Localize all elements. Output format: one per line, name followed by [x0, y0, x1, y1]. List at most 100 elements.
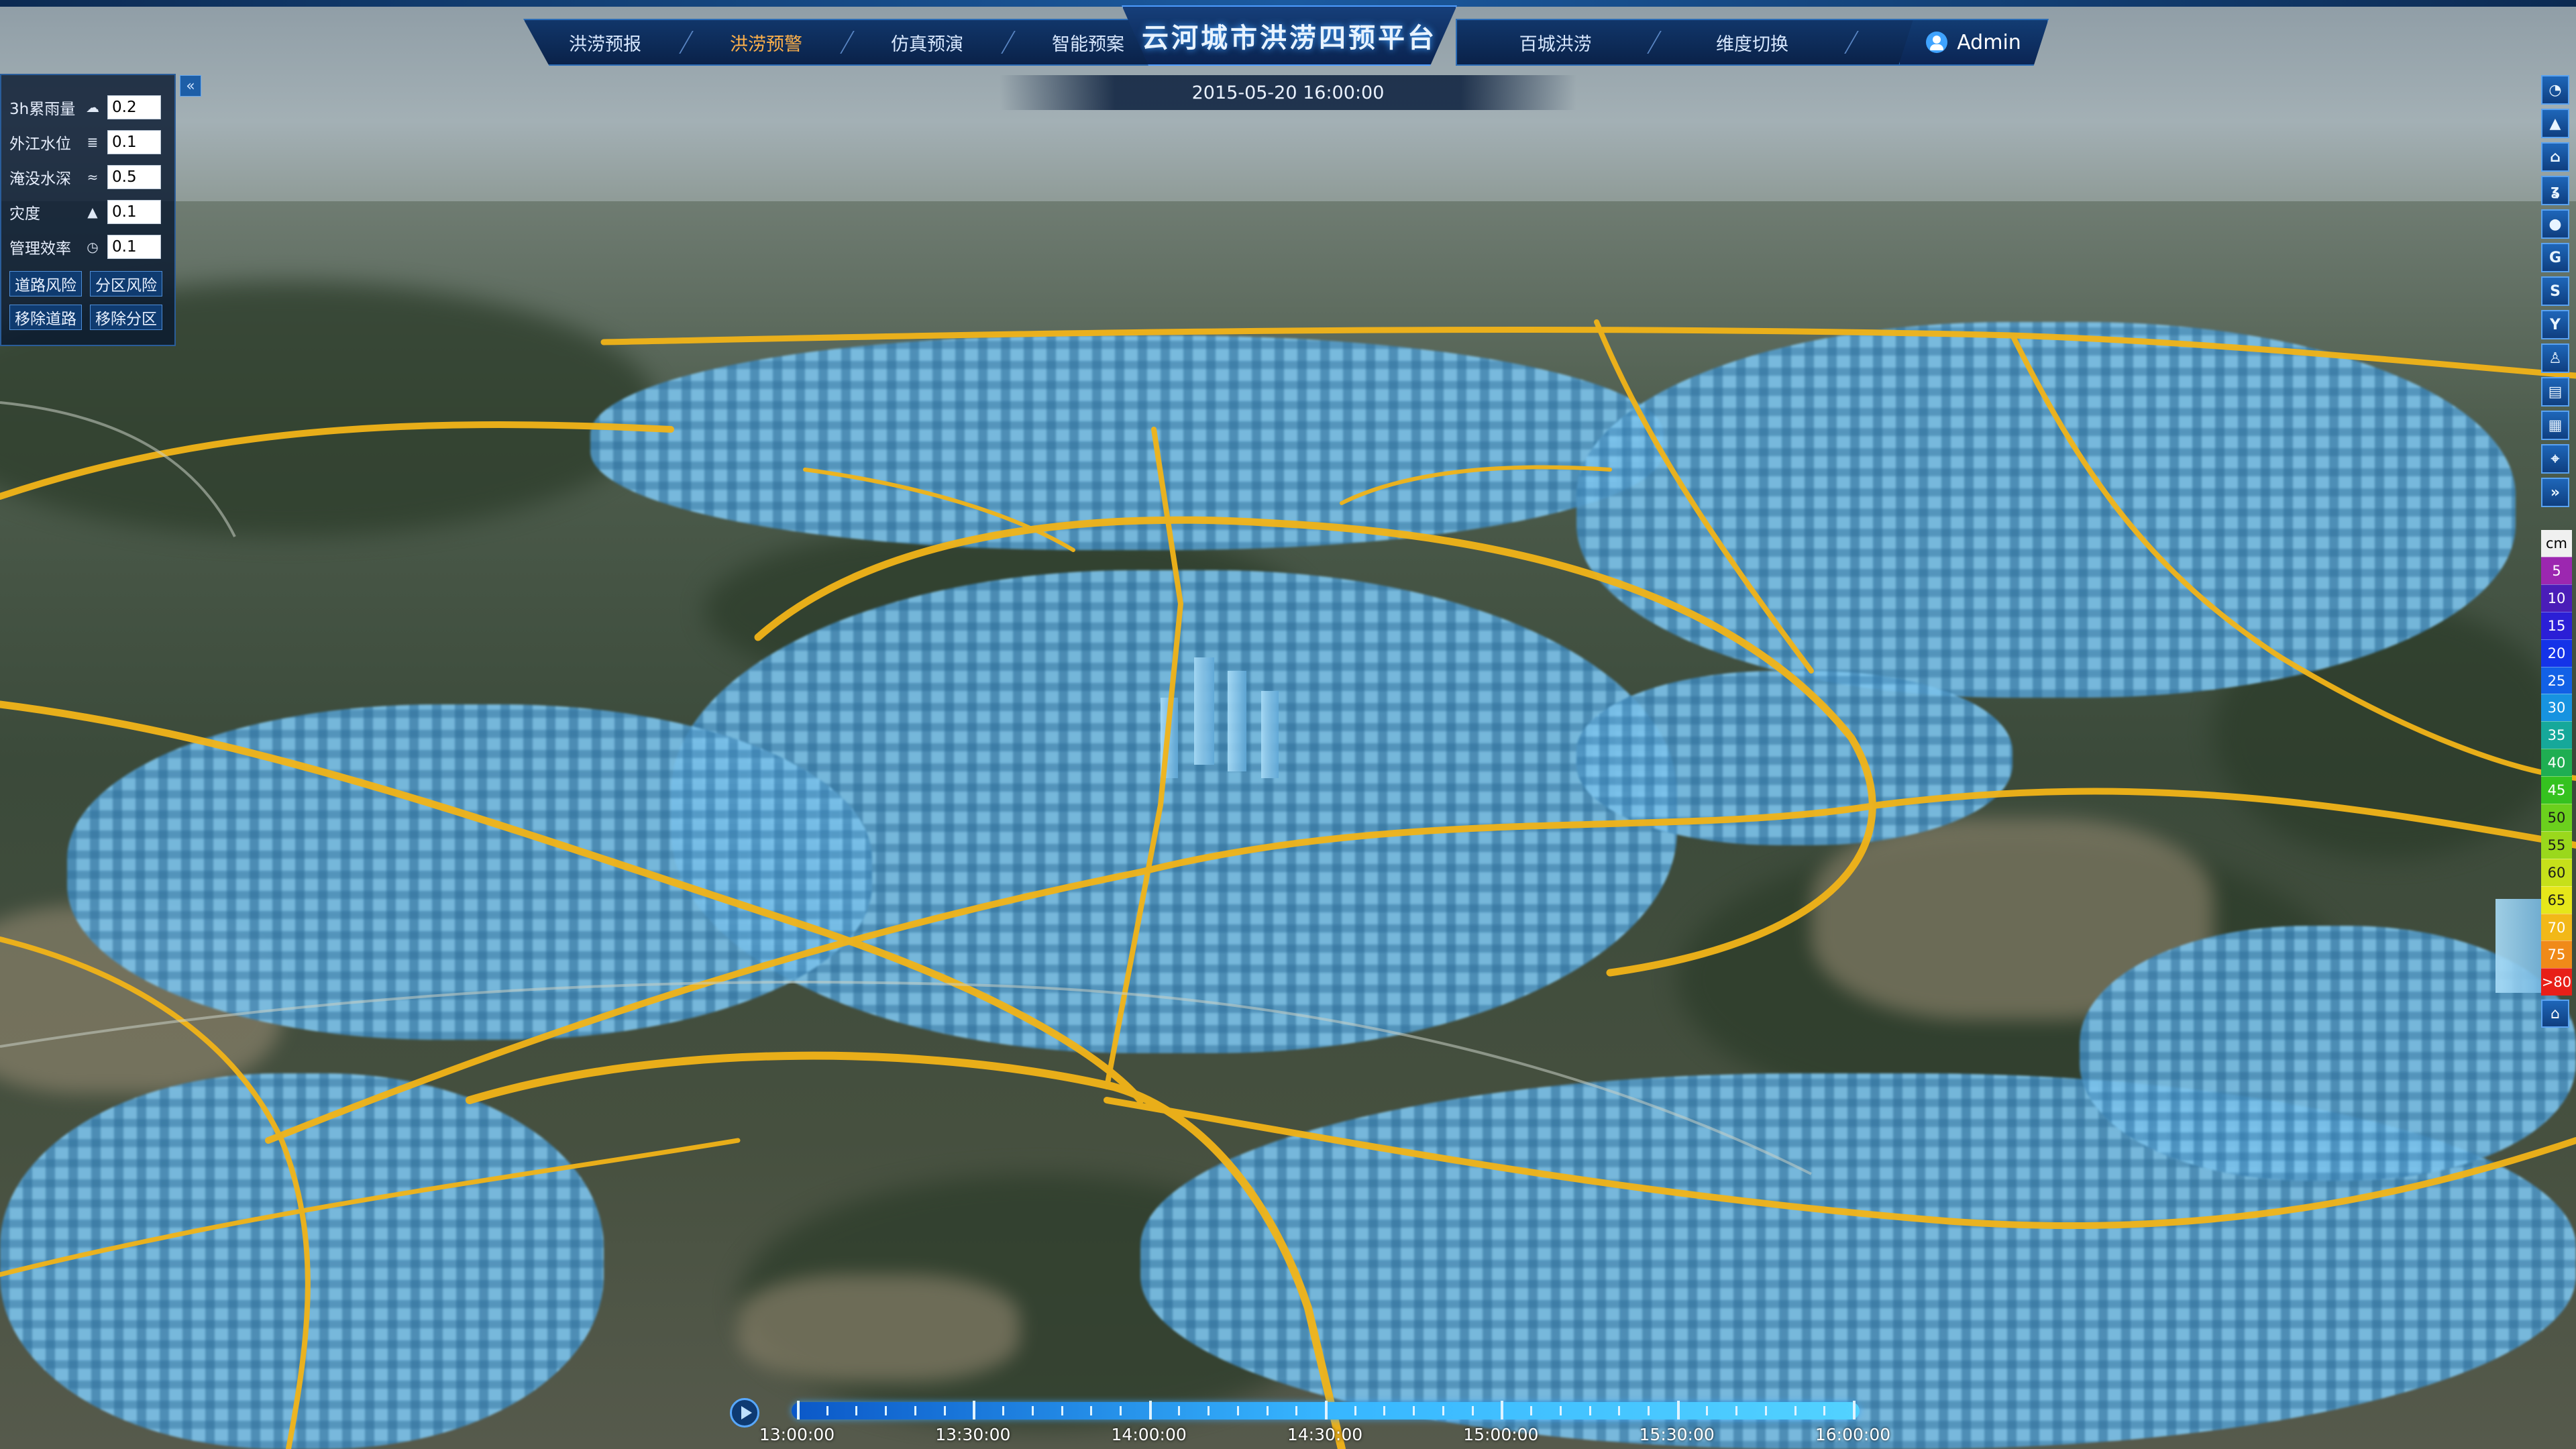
legend-item: 70: [2541, 913, 2572, 941]
s-letter-icon[interactable]: S: [2541, 276, 2569, 306]
right-toolbar: ◔ ▲ ⌂ ʓ ● G S Y ♙ ▤ ▦ ⌖ »: [2541, 75, 2572, 507]
nav-item-flood-forecast[interactable]: 洪涝预报: [525, 20, 686, 64]
timeline-label: 15:30:00: [1639, 1425, 1715, 1444]
legend-item: >80: [2541, 968, 2572, 996]
nav-item-simulation-rehearsal[interactable]: 仿真预演: [847, 20, 1008, 64]
layers-icon[interactable]: ▤: [2541, 377, 2569, 407]
timeline-tick: [1031, 1406, 1034, 1415]
mountain-icon[interactable]: ▲: [2541, 109, 2569, 138]
river-level-weight-input[interactable]: [107, 130, 161, 154]
home-icon[interactable]: ⌂: [2541, 1000, 2569, 1028]
timeline-label: 13:00:00: [759, 1425, 835, 1444]
g-letter-icon[interactable]: G: [2541, 243, 2569, 272]
timeline-tick: [1501, 1401, 1504, 1419]
timeline-tick: [1647, 1406, 1650, 1415]
timeline-tick: [1325, 1401, 1328, 1419]
person-icon[interactable]: ♙: [2541, 343, 2569, 373]
timeline-tick: [1413, 1406, 1415, 1415]
user-avatar-icon: [1926, 32, 1948, 53]
globe-icon[interactable]: ◔: [2541, 75, 2569, 105]
nav-item-hundred-cities[interactable]: 百城洪涝: [1457, 20, 1654, 64]
user-name: Admin: [1957, 30, 2021, 54]
legend-item: 5: [2541, 557, 2572, 584]
disaster-degree-weight-input[interactable]: [107, 200, 161, 224]
rainfall-weight-input[interactable]: [107, 95, 161, 119]
legend-item: 25: [2541, 666, 2572, 694]
legend-item: 10: [2541, 584, 2572, 612]
legend-item: 35: [2541, 721, 2572, 749]
panel-collapse-button[interactable]: «: [180, 75, 201, 97]
timeline-tick: [1208, 1406, 1210, 1415]
top-header: 洪涝预报 洪涝预警 仿真预演 智能预案 云河城市洪涝四预平台 百城洪涝 维度切换…: [0, 0, 2576, 66]
timeline-tick: [1178, 1406, 1181, 1415]
nav-item-flood-warning[interactable]: 洪涝预警: [686, 20, 847, 64]
legend-item: 30: [2541, 694, 2572, 722]
nav-item-dimension-switch[interactable]: 维度切换: [1654, 20, 1850, 64]
legend-item: 40: [2541, 749, 2572, 777]
timeline-tick: [1148, 1401, 1152, 1419]
legend-item: 60: [2541, 858, 2572, 886]
nav-group-left: 洪涝预报 洪涝预警 仿真预演 智能预案: [523, 19, 1170, 66]
timeline-tick: [797, 1401, 800, 1419]
timeline-label: 14:00:00: [1111, 1425, 1187, 1444]
management-efficiency-weight-input[interactable]: [107, 235, 161, 259]
rain-cloud-icon: ☁: [86, 99, 99, 115]
param-label: 淹没水深: [9, 170, 71, 188]
play-button[interactable]: [730, 1398, 759, 1428]
param-row-rainfall: 3h累雨量 ☁: [9, 90, 174, 125]
grid-icon[interactable]: ▦: [2541, 411, 2569, 440]
timeline-tick: [855, 1406, 858, 1415]
y-letter-icon[interactable]: Y: [2541, 310, 2569, 339]
remove-zone-button[interactable]: 移除分区: [90, 305, 162, 330]
platform-title: 云河城市洪涝四预平台: [1122, 5, 1457, 66]
param-label: 灾度: [9, 205, 40, 223]
house-icon[interactable]: ⌂: [2541, 142, 2569, 172]
map-3d-view[interactable]: [0, 0, 2576, 1449]
timeline-tick: [1119, 1406, 1122, 1415]
timeline-tick: [826, 1406, 828, 1415]
timeline-tick: [1442, 1406, 1444, 1415]
panel-button-row: 移除道路 移除分区: [9, 305, 174, 330]
timeline-tick: [1589, 1406, 1591, 1415]
timeline-tick: [943, 1406, 946, 1415]
legend-item: 45: [2541, 776, 2572, 804]
clock-icon: ◷: [87, 239, 99, 255]
timeline-tick: [885, 1406, 888, 1415]
timeline-tick: [1853, 1401, 1856, 1419]
legend-item: 75: [2541, 941, 2572, 969]
legend-item: 15: [2541, 611, 2572, 639]
timeline-tick: [1706, 1406, 1709, 1415]
timeline-label: 14:30:00: [1287, 1425, 1363, 1444]
timeline-tick: [1794, 1406, 1796, 1415]
zone-risk-button[interactable]: 分区风险: [90, 271, 162, 297]
timeline-tick: [1823, 1406, 1826, 1415]
water-drop-icon[interactable]: ●: [2541, 209, 2569, 239]
inundation-depth-weight-input[interactable]: [107, 165, 161, 189]
timeline-tick: [1295, 1406, 1298, 1415]
expand-icon[interactable]: »: [2541, 478, 2569, 507]
route-icon[interactable]: ʓ: [2541, 176, 2569, 205]
wave-icon: ≈: [87, 169, 99, 185]
timeline-tick: [973, 1401, 976, 1419]
legend-item: 50: [2541, 804, 2572, 831]
param-label: 3h累雨量: [9, 101, 76, 118]
timeline-label: 16:00:00: [1815, 1425, 1891, 1444]
param-row-inundation-depth: 淹没水深 ≈: [9, 160, 174, 195]
road-risk-button[interactable]: 道路风险: [9, 271, 82, 297]
location-icon[interactable]: ⌖: [2541, 444, 2569, 474]
timeline-label: 13:30:00: [935, 1425, 1011, 1444]
param-label: 外江水位: [9, 136, 71, 153]
remove-road-button[interactable]: 移除道路: [9, 305, 82, 330]
warning-triangle-icon: ▲: [87, 204, 98, 220]
user-menu[interactable]: Admin: [1898, 19, 2049, 66]
timeline-tick: [1383, 1406, 1386, 1415]
timeline-tick: [1471, 1406, 1474, 1415]
timeline-tick: [1676, 1401, 1680, 1419]
timeline-tick: [1559, 1406, 1562, 1415]
water-level-icon: ≣: [87, 134, 99, 150]
timeline-tick: [1354, 1406, 1356, 1415]
timeline-tick: [914, 1406, 916, 1415]
param-row-river-level: 外江水位 ≣: [9, 125, 174, 160]
timeline-tick: [1090, 1406, 1093, 1415]
water-depth-legend: cm 5 10 15 20 25 30 35 40 45 50 55 60 65 70 75 >80 ⌂: [2541, 530, 2572, 1028]
